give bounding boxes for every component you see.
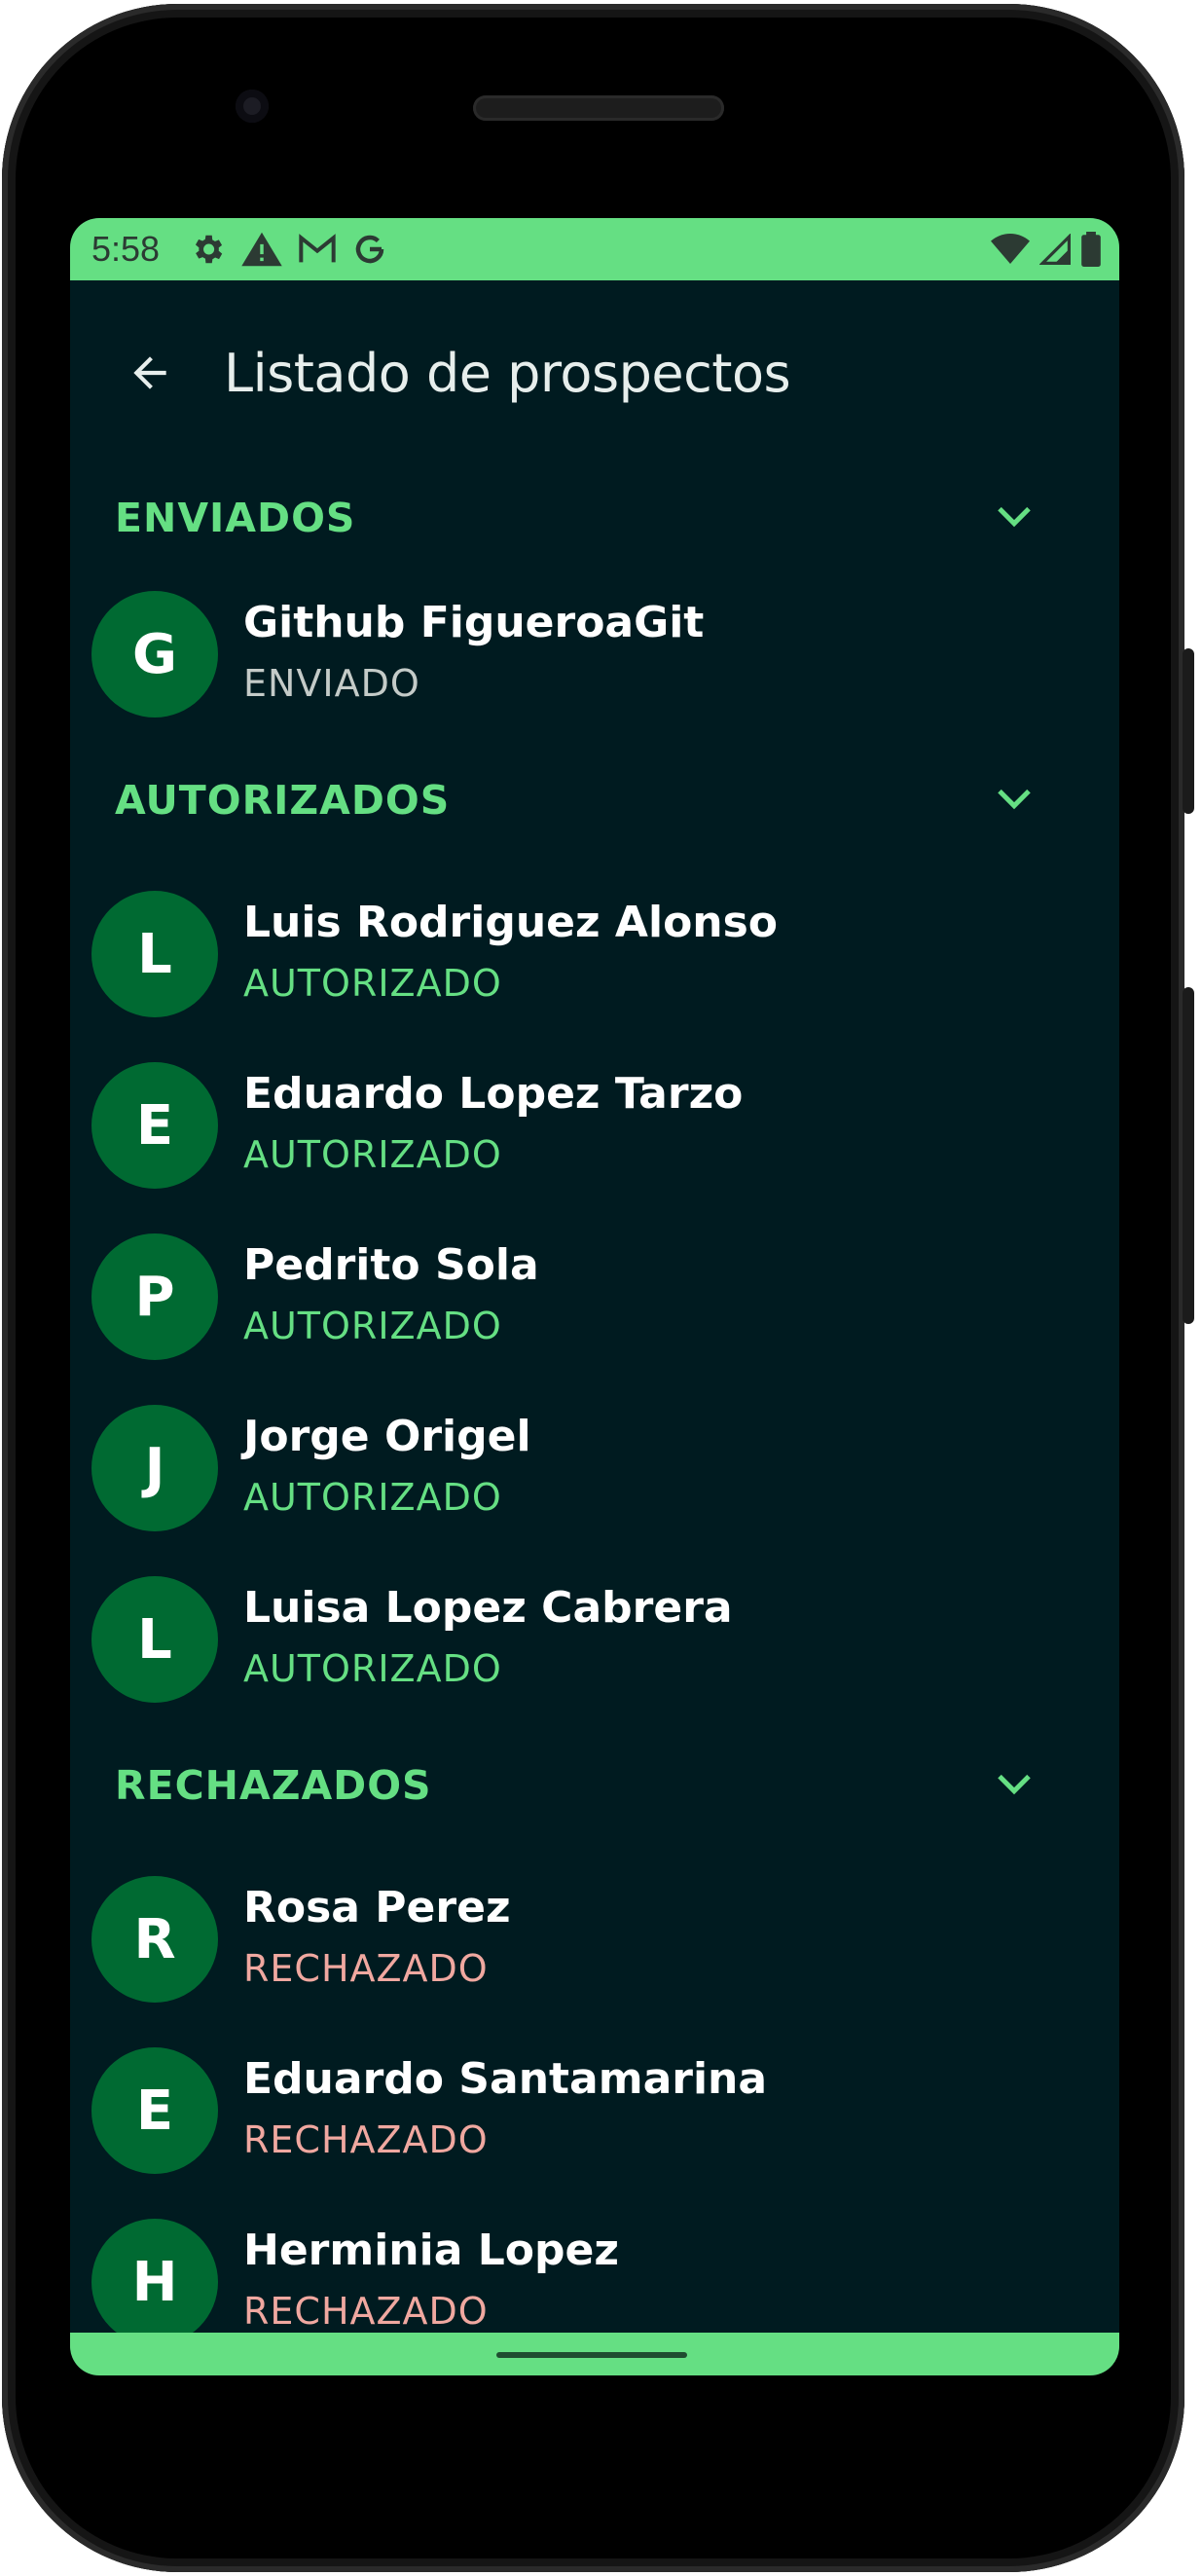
prospect-status: AUTORIZADO [243,1647,502,1690]
avatar: J [91,1405,218,1531]
chevron-down-icon [998,506,1031,528]
google-icon [352,232,387,267]
prospect-name: Luisa Lopez Cabrera [243,1583,733,1633]
prospect-name: Rosa Perez [243,1883,511,1932]
section-header-sent[interactable]: ENVIADOS [70,479,1119,557]
gear-icon [189,231,226,268]
status-time: 5:58 [91,229,161,269]
avatar: E [91,1062,218,1189]
chevron-down-icon [998,789,1031,810]
avatar: G [91,591,218,718]
section-header-authorized[interactable]: AUTORIZADOS [70,761,1119,839]
prospect-status: ENVIADO [243,662,420,705]
list-item[interactable]: R Rosa Perez RECHAZADO [70,1861,1119,2017]
prospect-name: Herminia Lopez [243,2226,619,2275]
app-bar: Listado de prospectos [70,280,1119,465]
prospect-name: Eduardo Santamarina [243,2054,768,2104]
prospect-status: AUTORIZADO [243,1476,502,1519]
back-button[interactable] [121,344,179,402]
avatar: H [91,2219,218,2345]
section-label: ENVIADOS [115,495,356,541]
volume-button [1183,987,1194,1324]
prospect-status: AUTORIZADO [243,962,502,1005]
section-label: AUTORIZADOS [115,777,451,824]
list-item[interactable]: L Luis Rodriguez Alonso AUTORIZADO [70,876,1119,1032]
prospect-status: RECHAZADO [243,2290,489,2333]
wifi-icon [991,234,1030,265]
prospect-name: Github FigueroaGit [243,598,705,647]
warning-icon [241,231,282,268]
avatar: L [91,891,218,1017]
section-label: RECHAZADOS [115,1762,432,1809]
screen: 5:58 Listado de prospectos ENVIADOS G Gi… [70,218,1119,2375]
front-camera [236,90,269,123]
navigation-bar [70,2333,1119,2375]
avatar: P [91,1233,218,1360]
avatar: R [91,1876,218,2003]
page-title: Listado de prospectos [224,342,791,404]
list-item[interactable]: G Github FigueroaGit ENVIADO [70,576,1119,732]
avatar: E [91,2047,218,2174]
prospect-name: Luis Rodriguez Alonso [243,898,779,947]
list-item[interactable]: J Jorge Origel AUTORIZADO [70,1390,1119,1546]
list-item[interactable]: L Luisa Lopez Cabrera AUTORIZADO [70,1562,1119,1717]
prospect-status: AUTORIZADO [243,1305,502,1347]
list-item[interactable]: P Pedrito Sola AUTORIZADO [70,1219,1119,1375]
prospect-status: RECHAZADO [243,1947,489,1990]
section-header-rejected[interactable]: RECHAZADOS [70,1747,1119,1824]
list-item[interactable]: E Eduardo Santamarina RECHAZADO [70,2033,1119,2189]
chevron-down-icon [998,1774,1031,1795]
prospect-status: RECHAZADO [243,2118,489,2161]
prospect-name: Jorge Origel [243,1412,531,1461]
home-gesture-handle[interactable] [496,2352,687,2358]
prospect-status: AUTORIZADO [243,1133,502,1176]
phone-frame: 5:58 Listado de prospectos ENVIADOS G Gi… [2,4,1194,2572]
signal-icon [1039,234,1071,265]
avatar: L [91,1576,218,1703]
list-item[interactable]: E Eduardo Lopez Tarzo AUTORIZADO [70,1048,1119,1203]
earpiece-speaker [473,95,724,121]
battery-icon [1080,232,1102,267]
power-button [1183,648,1194,814]
status-bar: 5:58 [70,218,1119,280]
gmail-icon [298,233,337,266]
arrow-back-icon [133,356,166,389]
prospect-name: Eduardo Lopez Tarzo [243,1069,744,1119]
prospect-name: Pedrito Sola [243,1240,539,1290]
